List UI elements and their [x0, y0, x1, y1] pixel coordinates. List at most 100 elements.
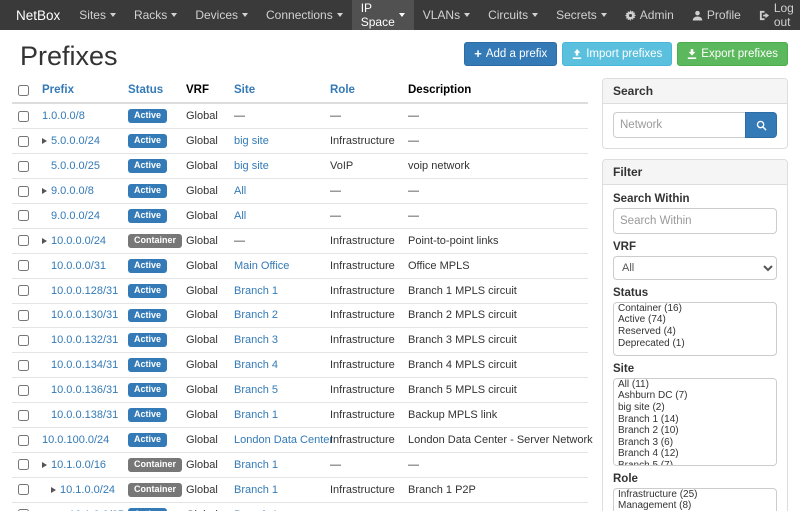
- expand-icon[interactable]: [42, 238, 47, 244]
- site-link[interactable]: Branch 1: [234, 459, 278, 471]
- expand-icon[interactable]: [42, 462, 47, 468]
- site-link[interactable]: Branch 4: [234, 359, 278, 371]
- listbox-option[interactable]: big site (2): [614, 403, 776, 415]
- column-header-status[interactable]: Status: [122, 78, 180, 103]
- row-checkbox[interactable]: [18, 235, 29, 246]
- row-checkbox[interactable]: [18, 435, 29, 446]
- nav-item-log-out[interactable]: Log out: [750, 0, 800, 30]
- app-brand[interactable]: NetBox: [6, 0, 70, 30]
- listbox-option[interactable]: Deprecated (1): [614, 338, 776, 350]
- site-link[interactable]: Branch 1: [234, 484, 278, 496]
- column-header-role[interactable]: Role: [324, 78, 402, 103]
- search-input[interactable]: [613, 112, 745, 138]
- row-checkbox[interactable]: [18, 335, 29, 346]
- nav-item-devices[interactable]: Devices: [186, 0, 257, 30]
- site-link[interactable]: Branch 2: [234, 309, 278, 321]
- prefix-link[interactable]: 10.0.0.130/31: [51, 309, 118, 321]
- prefix-link[interactable]: 1.0.0.0/8: [42, 110, 85, 122]
- prefix-link[interactable]: 10.1.0.0/16: [51, 459, 106, 471]
- site-link[interactable]: Branch 5: [234, 384, 278, 396]
- listbox-option[interactable]: Reserved (4): [614, 327, 776, 339]
- site-link[interactable]: All: [234, 210, 246, 222]
- prefix-link[interactable]: 10.0.0.0/31: [51, 260, 106, 272]
- row-checkbox[interactable]: [18, 310, 29, 321]
- prefix-link[interactable]: 10.0.0.138/31: [51, 409, 118, 421]
- nav-item-vlans[interactable]: VLANs: [414, 0, 479, 30]
- listbox-option[interactable]: All (11): [614, 379, 776, 391]
- prefix-link[interactable]: 10.0.0.0/24: [51, 235, 106, 247]
- select-all-checkbox[interactable]: [18, 85, 29, 96]
- listbox-option[interactable]: Ashburn DC (7): [614, 391, 776, 403]
- status-badge: Active: [128, 109, 167, 123]
- chevron-down-icon: [337, 13, 343, 17]
- site-link[interactable]: Branch 1: [234, 285, 278, 297]
- prefix-cell: 5.0.0.0/24: [36, 129, 122, 154]
- row-checkbox[interactable]: [18, 385, 29, 396]
- prefix-cell: 9.0.0.0/24: [36, 203, 122, 228]
- listbox-option[interactable]: Branch 4 (12): [614, 449, 776, 461]
- prefix-link[interactable]: 5.0.0.0/25: [51, 160, 100, 172]
- site-link[interactable]: big site: [234, 160, 269, 172]
- listbox-option[interactable]: Branch 1 (14): [614, 414, 776, 426]
- vrf-select[interactable]: All: [613, 256, 777, 280]
- prefix-link[interactable]: 10.0.100.0/24: [42, 434, 109, 446]
- listbox-option[interactable]: Management (8): [614, 501, 776, 511]
- prefix-link[interactable]: 10.1.0.0/24: [60, 484, 115, 496]
- search-button[interactable]: [745, 112, 777, 138]
- nav-item-label: Admin: [640, 8, 674, 22]
- column-header-site[interactable]: Site: [228, 78, 324, 103]
- listbox-option[interactable]: Container (16): [614, 303, 776, 315]
- row-checkbox[interactable]: [18, 186, 29, 197]
- row-checkbox[interactable]: [18, 111, 29, 122]
- nav-item-connections[interactable]: Connections: [257, 0, 352, 30]
- listbox-option[interactable]: Active (74): [614, 315, 776, 327]
- row-checkbox[interactable]: [18, 285, 29, 296]
- expand-icon[interactable]: [51, 487, 56, 493]
- nav-item-sites[interactable]: Sites: [70, 0, 125, 30]
- column-header-prefix[interactable]: Prefix: [36, 78, 122, 103]
- prefix-link[interactable]: 9.0.0.0/24: [51, 210, 100, 222]
- listbox-option[interactable]: Branch 5 (7): [614, 461, 776, 467]
- nav-item-ip-space[interactable]: IP Space: [352, 0, 414, 30]
- row-checkbox[interactable]: [18, 459, 29, 470]
- prefix-link[interactable]: 10.0.0.134/31: [51, 359, 118, 371]
- add-prefix-button[interactable]: + Add a prefix: [464, 42, 557, 66]
- listbox-option[interactable]: Branch 2 (10): [614, 426, 776, 438]
- listbox-option[interactable]: Branch 3 (6): [614, 437, 776, 449]
- listbox-option[interactable]: Infrastructure (25): [614, 489, 776, 501]
- vrf-cell: Global: [180, 253, 228, 278]
- row-checkbox[interactable]: [18, 260, 29, 271]
- site-link[interactable]: Main Office: [234, 260, 289, 272]
- prefix-link[interactable]: 10.0.0.128/31: [51, 285, 118, 297]
- import-prefixes-button[interactable]: Import prefixes: [562, 42, 672, 66]
- expand-icon[interactable]: [42, 138, 47, 144]
- row-checkbox[interactable]: [18, 410, 29, 421]
- row-checkbox[interactable]: [18, 161, 29, 172]
- role-listbox[interactable]: Infrastructure (25)Management (8)Private…: [613, 488, 777, 511]
- expand-icon[interactable]: [42, 188, 47, 194]
- site-link[interactable]: All: [234, 185, 246, 197]
- search-within-input[interactable]: [613, 208, 777, 234]
- prefix-cell: 9.0.0.0/8: [36, 179, 122, 204]
- row-checkbox[interactable]: [18, 360, 29, 371]
- row-checkbox[interactable]: [18, 210, 29, 221]
- nav-item-circuits[interactable]: Circuits: [479, 0, 547, 30]
- row-checkbox[interactable]: [18, 484, 29, 495]
- prefix-link[interactable]: 10.0.0.136/31: [51, 384, 118, 396]
- export-prefixes-button[interactable]: Export prefixes: [677, 42, 788, 66]
- site-link[interactable]: Branch 3: [234, 334, 278, 346]
- nav-item-profile[interactable]: Profile: [683, 0, 750, 30]
- prefix-link[interactable]: 5.0.0.0/24: [51, 135, 100, 147]
- row-checkbox[interactable]: [18, 136, 29, 147]
- table-row: 10.0.0.134/31ActiveGlobalBranch 4Infrast…: [12, 353, 588, 378]
- site-link[interactable]: Branch 1: [234, 409, 278, 421]
- prefix-link[interactable]: 10.0.0.132/31: [51, 334, 118, 346]
- prefix-link[interactable]: 9.0.0.0/8: [51, 185, 94, 197]
- nav-item-secrets[interactable]: Secrets: [547, 0, 616, 30]
- site-link[interactable]: big site: [234, 135, 269, 147]
- status-listbox[interactable]: Container (16)Active (74)Reserved (4)Dep…: [613, 302, 777, 356]
- nav-item-racks[interactable]: Racks: [125, 0, 186, 30]
- site-link[interactable]: London Data Center: [234, 434, 333, 446]
- nav-item-admin[interactable]: Admin: [616, 0, 683, 30]
- site-listbox[interactable]: All (11)Ashburn DC (7)big site (2)Branch…: [613, 378, 777, 466]
